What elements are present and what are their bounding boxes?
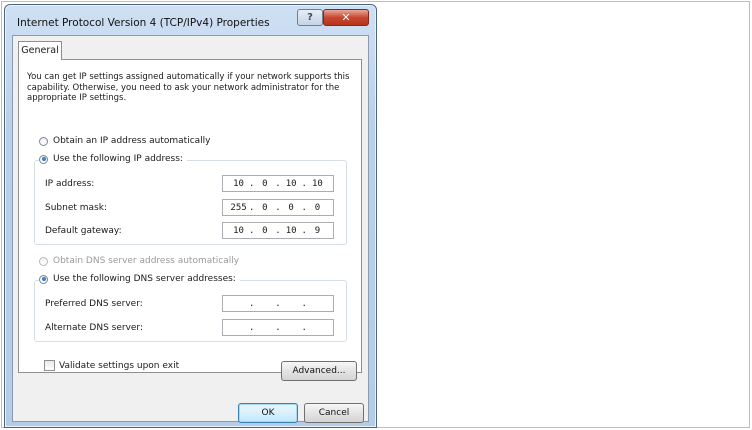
tab-general[interactable]: General (18, 41, 62, 60)
dialog-client-area: General You can get IP settings assigned… (12, 35, 369, 423)
ip-manual-label: Use the following IP address: (53, 154, 183, 164)
window-title: Internet Protocol Version 4 (TCP/IPv4) P… (17, 17, 270, 29)
ip-octet: 0 (288, 202, 294, 213)
help-icon: ? (307, 12, 313, 23)
validate-settings-label: Validate settings upon exit (59, 360, 180, 371)
ip-octet: 0 (262, 202, 268, 213)
ip-manual-radio[interactable] (39, 154, 48, 164)
ip-octet: 0 (262, 178, 268, 189)
default-gateway-label: Default gateway: (45, 226, 122, 236)
preferred-dns-label: Preferred DNS server: (45, 299, 143, 309)
alternate-dns-label: Alternate DNS server: (45, 323, 144, 333)
validate-settings-option[interactable]: Validate settings upon exit (44, 360, 179, 371)
dns-manual-option[interactable]: Use the following DNS server addresses: (39, 274, 240, 284)
ip-auto-radio[interactable] (39, 136, 48, 146)
subnet-mask-input[interactable]: 255. 0. 0. 0 (222, 199, 334, 216)
ip-octet: 0 (262, 225, 268, 236)
help-button[interactable]: ? (297, 9, 323, 26)
ip-manual-option[interactable]: Use the following IP address: (39, 154, 187, 164)
dns-auto-radio[interactable] (39, 256, 48, 266)
subnet-mask-label: Subnet mask: (45, 203, 107, 213)
description-text: You can get IP settings assigned automat… (27, 72, 350, 103)
ip-address-label: IP address: (45, 179, 95, 189)
ip-auto-label: Obtain an IP address automatically (53, 136, 211, 146)
ip-auto-option[interactable]: Obtain an IP address automatically (39, 136, 215, 146)
ip-settings-group: IP address: 10. 0. 10. 10 Subnet mask: 2… (34, 160, 347, 245)
dns-settings-group: Preferred DNS server: . . . Alternate DN… (34, 280, 347, 342)
dns-auto-option[interactable]: Obtain DNS server address automatically (39, 256, 244, 266)
dns-auto-label: Obtain DNS server address automatically (53, 256, 240, 266)
close-button[interactable]: ✕ (323, 9, 369, 26)
general-tab-panel: You can get IP settings assigned automat… (18, 59, 362, 381)
ip-octet: 10 (311, 178, 323, 189)
alternate-dns-input[interactable]: . . . (222, 319, 334, 336)
close-icon: ✕ (341, 11, 351, 24)
preferred-dns-input[interactable]: . . . (222, 295, 334, 312)
ip-octet: 255 (230, 202, 247, 213)
ip-octet: 9 (314, 225, 321, 236)
dns-manual-radio[interactable] (39, 274, 48, 284)
validate-settings-checkbox[interactable] (44, 360, 55, 371)
ip-octet: 10 (285, 178, 297, 189)
cancel-button[interactable]: Cancel (304, 403, 364, 423)
ip-octet: 0 (314, 202, 321, 213)
default-gateway-input[interactable]: 10. 0. 10. 9 (222, 222, 334, 239)
ip-octet: 10 (285, 225, 297, 236)
ip-octet: 10 (233, 178, 244, 189)
dns-manual-label: Use the following DNS server addresses: (53, 274, 236, 284)
ok-button[interactable]: OK (238, 403, 298, 423)
dialog-window: Internet Protocol Version 4 (TCP/IPv4) P… (4, 4, 377, 428)
ip-octet: 10 (233, 225, 244, 236)
advanced-button[interactable]: Advanced... (281, 361, 357, 381)
ip-address-input[interactable]: 10. 0. 10. 10 (222, 175, 334, 192)
